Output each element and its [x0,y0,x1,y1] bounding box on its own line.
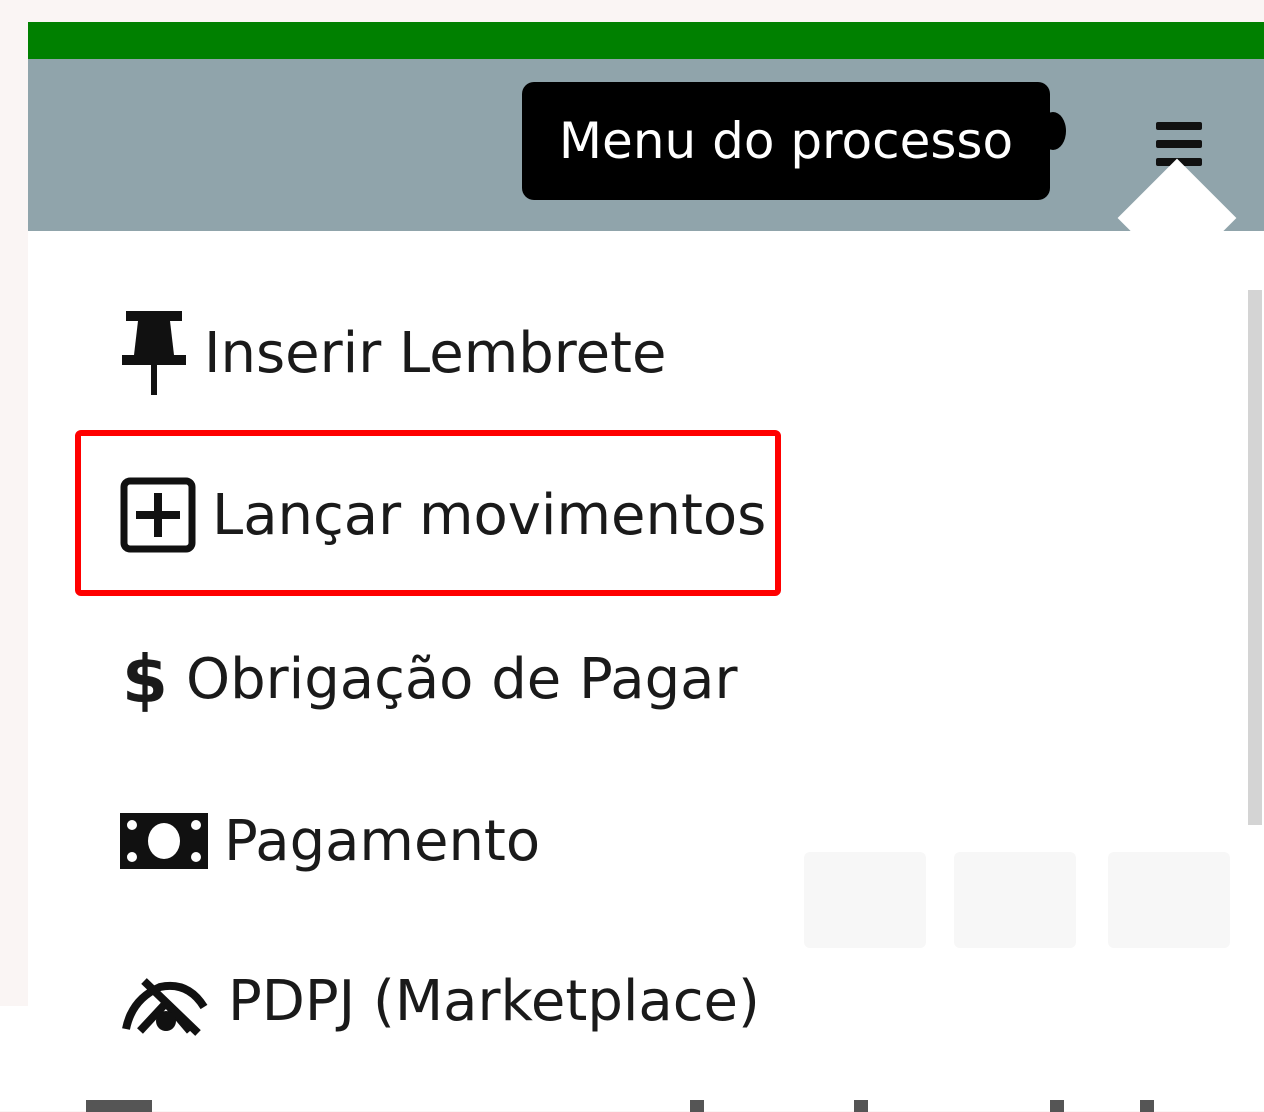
bottom-content-fragment [1140,1100,1154,1112]
menu-item-lancar-movimentos[interactable]: Lançar movimentos [118,455,766,575]
menu-item-label: Inserir Lembrete [204,320,667,386]
pushpin-icon [118,309,190,397]
bottom-content-fragment [690,1100,704,1112]
background-action-button[interactable] [1108,852,1230,948]
pdpj-logo-icon [118,959,214,1043]
tooltip-text: Menu do processo [558,112,1014,170]
menu-item-inserir-lembrete[interactable]: Inserir Lembrete [118,293,666,413]
menu-item-label: PDPJ (Marketplace) [228,968,760,1034]
plus-square-icon [118,475,198,555]
menu-tooltip: Menu do processo [522,82,1050,200]
menu-item-label: Lançar movimentos [212,482,767,548]
bottom-content-fragment [86,1100,152,1112]
background-action-button[interactable] [804,852,926,948]
menu-item-pdpj-marketplace[interactable]: PDPJ (Marketplace) [118,941,760,1061]
top-accent-bar [28,22,1264,59]
menu-item-label: Obrigação de Pagar [186,646,738,712]
background-action-button[interactable] [954,852,1076,948]
menu-item-pagamento[interactable]: Pagamento [118,781,540,901]
bottom-content-fragment [854,1100,868,1112]
menu-item-label: Pagamento [224,808,541,874]
bottom-content-fragment [1050,1100,1064,1112]
dropdown-scrollbar[interactable] [1248,290,1262,825]
dollar-sign-icon: $ [122,640,168,718]
menu-item-obrigacao-de-pagar[interactable]: $ Obrigação de Pagar [118,619,738,739]
money-bill-icon [118,811,210,871]
